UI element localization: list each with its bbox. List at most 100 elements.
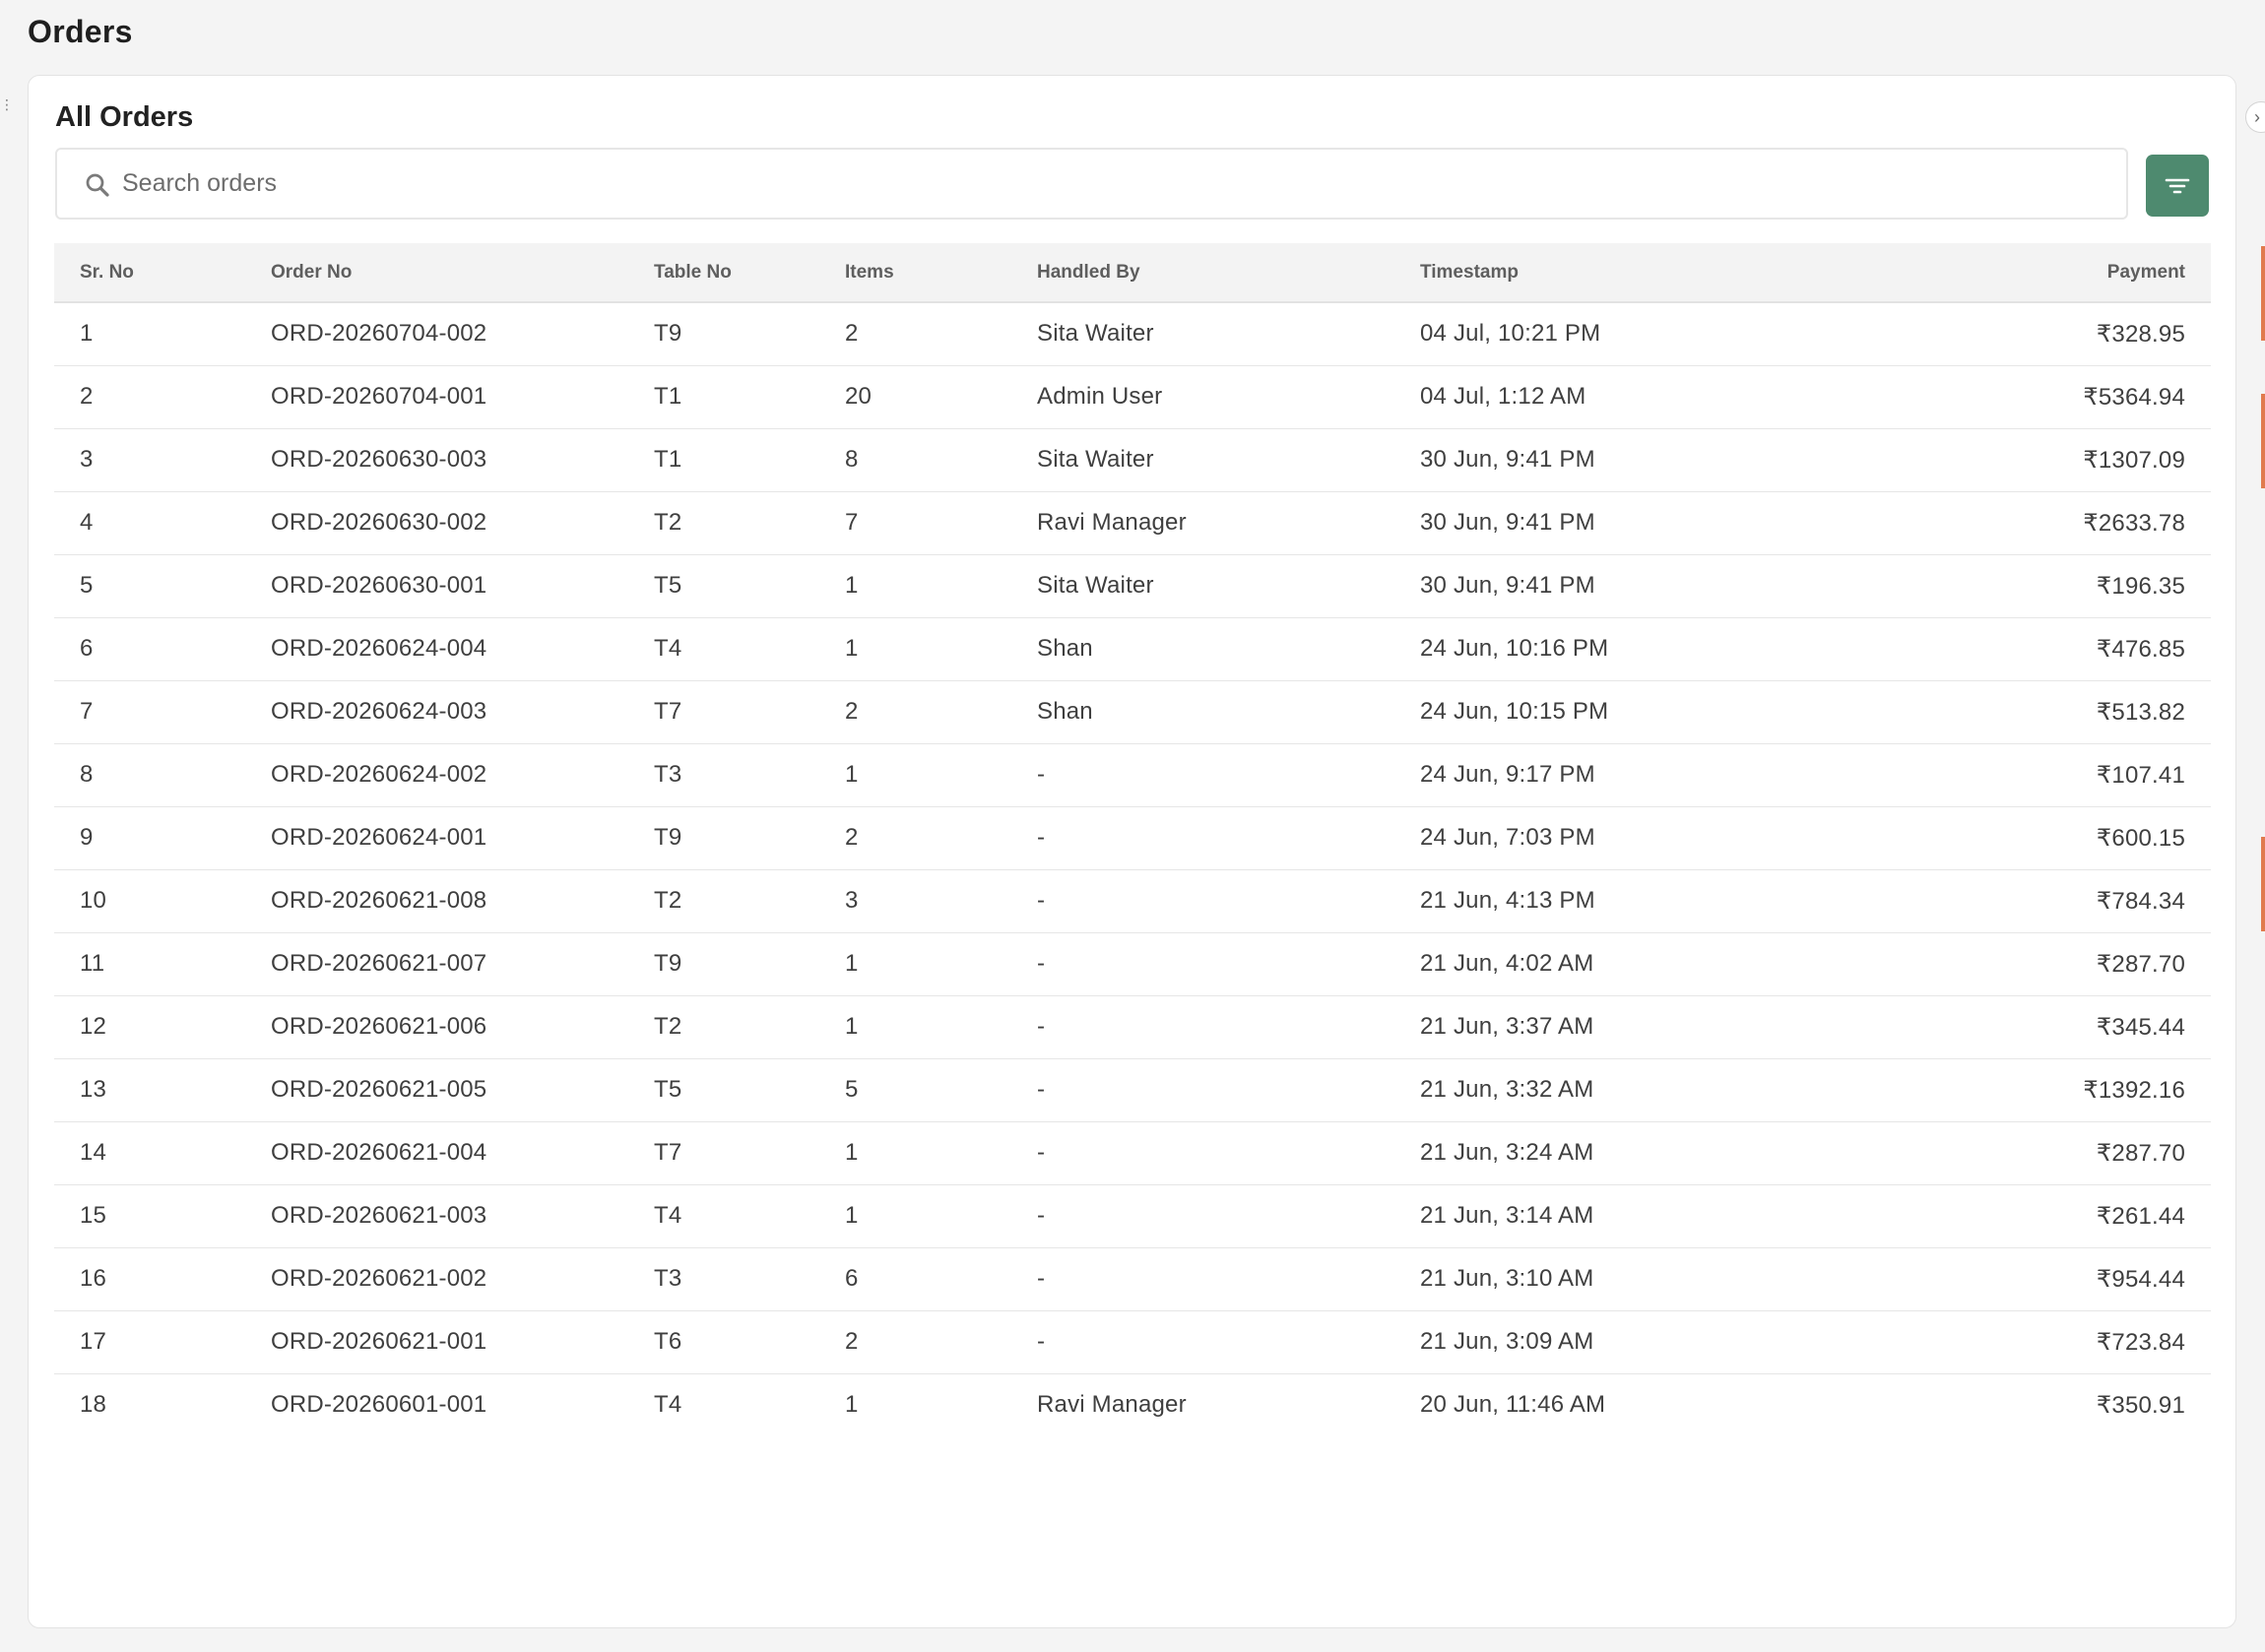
table-row[interactable]: 14 ORD-20260621-004 T7 1-21 Jun, 3:24 AM ₹28…	[54, 1121, 2211, 1185]
cell-payment: ₹196.35	[1778, 554, 2211, 618]
cell-table-no: T6	[628, 1310, 819, 1374]
search-box[interactable]	[55, 148, 2128, 220]
table-row[interactable]: 1 ORD-20260704-002 T9 2 Sita Waiter 04 Jul, 1…	[54, 302, 2211, 366]
cell-sr-no: 10	[54, 869, 245, 933]
cell-order-no: ORD-20260624-004	[245, 617, 628, 681]
filter-icon	[2165, 178, 2190, 193]
cell-table-no: T7	[628, 1121, 819, 1185]
column-header-table-no[interactable]: Table No	[628, 243, 819, 303]
table-row[interactable]: 7 ORD-20260624-003 T7 2 Shan 24 Jun, 10:15 PM…	[54, 680, 2211, 744]
cell-handled-by: Sita Waiter	[1011, 428, 1394, 492]
accent-strip	[2261, 246, 2265, 341]
cell-order-no: ORD-20260621-001	[245, 1310, 628, 1374]
table-row[interactable]: 17 ORD-20260621-001 T6 2-21 Jun, 3:09 AM ₹72…	[54, 1310, 2211, 1374]
cell-items: 1	[819, 617, 1011, 681]
cell-handled-by: Admin User	[1011, 365, 1394, 429]
table-row[interactable]: 9 ORD-20260624-001 T9 2-24 Jun, 7:03 PM ₹600…	[54, 806, 2211, 870]
cell-payment: ₹784.34	[1778, 869, 2211, 933]
search-input[interactable]	[122, 150, 2111, 218]
table-row[interactable]: 5 ORD-20260630-001 T5 1 Sita Waiter 30 Jun, 9…	[54, 554, 2211, 618]
table-row[interactable]: 6 ORD-20260624-004 T4 1 Shan 24 Jun, 10:16 PM…	[54, 617, 2211, 681]
column-header-timestamp[interactable]: Timestamp	[1394, 243, 1778, 303]
cell-timestamp: 24 Jun, 7:03 PM	[1394, 806, 1778, 870]
table-row[interactable]: 11 ORD-20260621-007 T9 1-21 Jun, 4:02 AM ₹28…	[54, 932, 2211, 996]
cell-items: 6	[819, 1247, 1011, 1311]
cell-items: 1	[819, 554, 1011, 618]
cell-items: 7	[819, 491, 1011, 555]
table-row[interactable]: 4 ORD-20260630-002 T2 7 Ravi Manager 30 Jun, …	[54, 491, 2211, 555]
cell-order-no: ORD-20260621-008	[245, 869, 628, 933]
cell-handled-by: -	[1011, 1184, 1394, 1248]
cell-order-no: ORD-20260621-005	[245, 1058, 628, 1122]
cell-order-no: ORD-20260630-003	[245, 428, 628, 492]
cell-payment: ₹476.85	[1778, 617, 2211, 681]
cell-order-no: ORD-20260704-001	[245, 365, 628, 429]
table-row[interactable]: 16 ORD-20260621-002 T3 6-21 Jun, 3:10 AM ₹95…	[54, 1247, 2211, 1311]
cell-timestamp: 21 Jun, 3:10 AM	[1394, 1247, 1778, 1311]
cell-timestamp: 30 Jun, 9:41 PM	[1394, 428, 1778, 492]
cell-sr-no: 6	[54, 617, 245, 681]
table-row[interactable]: 13 ORD-20260621-005 T5 5-21 Jun, 3:32 AM ₹13…	[54, 1058, 2211, 1122]
cell-timestamp: 04 Jul, 1:12 AM	[1394, 365, 1778, 429]
cell-timestamp: 30 Jun, 9:41 PM	[1394, 491, 1778, 555]
search-icon	[86, 173, 109, 197]
cell-order-no: ORD-20260621-004	[245, 1121, 628, 1185]
cell-payment: ₹2633.78	[1778, 491, 2211, 555]
cell-order-no: ORD-20260621-002	[245, 1247, 628, 1311]
cell-items: 2	[819, 1310, 1011, 1374]
cell-payment: ₹345.44	[1778, 995, 2211, 1059]
table-row[interactable]: 10 ORD-20260621-008 T2 3-21 Jun, 4:13 PM ₹78…	[54, 869, 2211, 933]
cell-payment: ₹600.15	[1778, 806, 2211, 870]
table-row[interactable]: 8 ORD-20260624-002 T3 1-24 Jun, 9:17 PM ₹107…	[54, 743, 2211, 807]
cell-table-no: T4	[628, 617, 819, 681]
card-title: All Orders	[55, 101, 194, 133]
cell-handled-by: -	[1011, 806, 1394, 870]
cell-table-no: T4	[628, 1184, 819, 1248]
column-header-order-no[interactable]: Order No	[245, 243, 628, 303]
cell-payment: ₹107.41	[1778, 743, 2211, 807]
cell-sr-no: 2	[54, 365, 245, 429]
cell-table-no: T3	[628, 1247, 819, 1311]
left-drawer-handle-icon[interactable]: ⋮	[0, 95, 14, 114]
cell-timestamp: 04 Jul, 10:21 PM	[1394, 302, 1778, 366]
cell-items: 2	[819, 680, 1011, 744]
cell-sr-no: 13	[54, 1058, 245, 1122]
cell-items: 5	[819, 1058, 1011, 1122]
cell-handled-by: Sita Waiter	[1011, 302, 1394, 366]
cell-sr-no: 7	[54, 680, 245, 744]
table-row[interactable]: 12 ORD-20260621-006 T2 1-21 Jun, 3:37 AM ₹34…	[54, 995, 2211, 1059]
column-header-handled-by[interactable]: Handled By	[1011, 243, 1394, 303]
cell-order-no: ORD-20260621-007	[245, 932, 628, 996]
column-header-items[interactable]: Items	[819, 243, 1011, 303]
filter-button[interactable]	[2146, 155, 2209, 217]
cell-items: 3	[819, 869, 1011, 933]
table-row[interactable]: 15 ORD-20260621-003 T4 1-21 Jun, 3:14 AM ₹26…	[54, 1184, 2211, 1248]
cell-order-no: ORD-20260630-002	[245, 491, 628, 555]
cell-payment: ₹723.84	[1778, 1310, 2211, 1374]
cell-items: 8	[819, 428, 1011, 492]
cell-timestamp: 24 Jun, 10:16 PM	[1394, 617, 1778, 681]
cell-handled-by: -	[1011, 1058, 1394, 1122]
table-row[interactable]: 2 ORD-20260704-001 T1 20 Admin User 04 Jul, 1…	[54, 365, 2211, 429]
panel-toggle-button[interactable]: ›	[2245, 101, 2265, 133]
cell-order-no: ORD-20260621-003	[245, 1184, 628, 1248]
cell-timestamp: 21 Jun, 3:24 AM	[1394, 1121, 1778, 1185]
cell-timestamp: 30 Jun, 9:41 PM	[1394, 554, 1778, 618]
column-header-sr-no[interactable]: Sr. No	[54, 243, 245, 303]
accent-strip	[2261, 837, 2265, 931]
cell-handled-by: Shan	[1011, 617, 1394, 681]
cell-handled-by: -	[1011, 995, 1394, 1059]
cell-items: 20	[819, 365, 1011, 429]
cell-sr-no: 12	[54, 995, 245, 1059]
cell-timestamp: 21 Jun, 3:09 AM	[1394, 1310, 1778, 1374]
column-header-payment[interactable]: Payment	[1778, 243, 2211, 303]
cell-sr-no: 18	[80, 1391, 107, 1419]
table-row[interactable]: 3 ORD-20260630-003 T1 8 Sita Waiter 30 Jun, 9…	[54, 428, 2211, 492]
cell-timestamp: 24 Jun, 9:17 PM	[1394, 743, 1778, 807]
table-row[interactable]: 18 ORD-20260601-001 T4 1 Ravi Manager 20 Jun,…	[54, 1373, 2211, 1436]
cell-items: 2	[819, 302, 1011, 366]
cell-handled-by: Shan	[1011, 680, 1394, 744]
cell-payment: ₹261.44	[1778, 1184, 2211, 1248]
cell-timestamp: 21 Jun, 4:02 AM	[1394, 932, 1778, 996]
cell-table-no: T4	[654, 1391, 682, 1419]
